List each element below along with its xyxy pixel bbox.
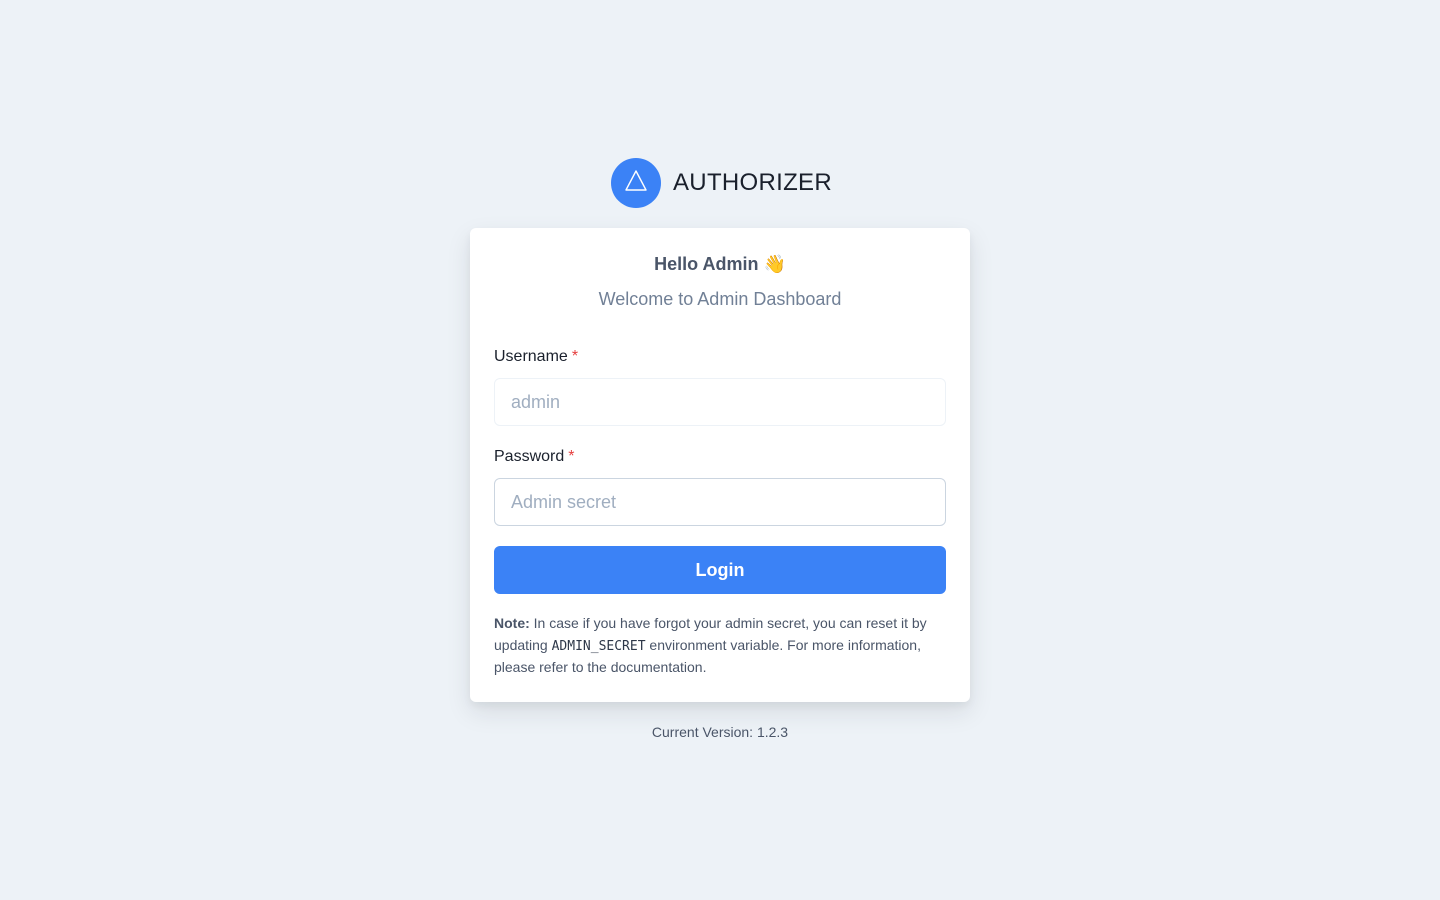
page: AUTHORIZER Hello Admin 👋 Welcome to Admi… — [0, 0, 1440, 900]
password-label: Password * — [494, 448, 574, 466]
triangle-icon — [624, 169, 648, 198]
note-prefix: Note: — [494, 615, 530, 631]
login-button[interactable]: Login — [494, 546, 946, 594]
admin-secret-note: Note: In case if you have forgot your ad… — [494, 613, 946, 679]
username-label: Username * — [494, 348, 578, 366]
login-card: Hello Admin 👋 Welcome to Admin Dashboard… — [470, 228, 970, 702]
brand-header: AUTHORIZER — [611, 158, 832, 208]
env-variable-code: ADMIN_SECRET — [551, 638, 646, 654]
username-required-mark: * — [571, 348, 579, 365]
password-required-mark: * — [568, 448, 575, 465]
username-label-text: Username — [494, 348, 568, 365]
welcome-subtitle: Welcome to Admin Dashboard — [598, 289, 842, 309]
password-input[interactable] — [494, 478, 946, 526]
version-text: Current Version: 1.2.3 — [651, 724, 789, 740]
password-label-text: Password — [494, 448, 565, 465]
greeting-heading: Hello Admin 👋 — [654, 254, 786, 274]
brand-logo — [611, 158, 661, 208]
brand-name: AUTHORIZER — [673, 169, 832, 196]
username-input[interactable] — [494, 378, 946, 426]
